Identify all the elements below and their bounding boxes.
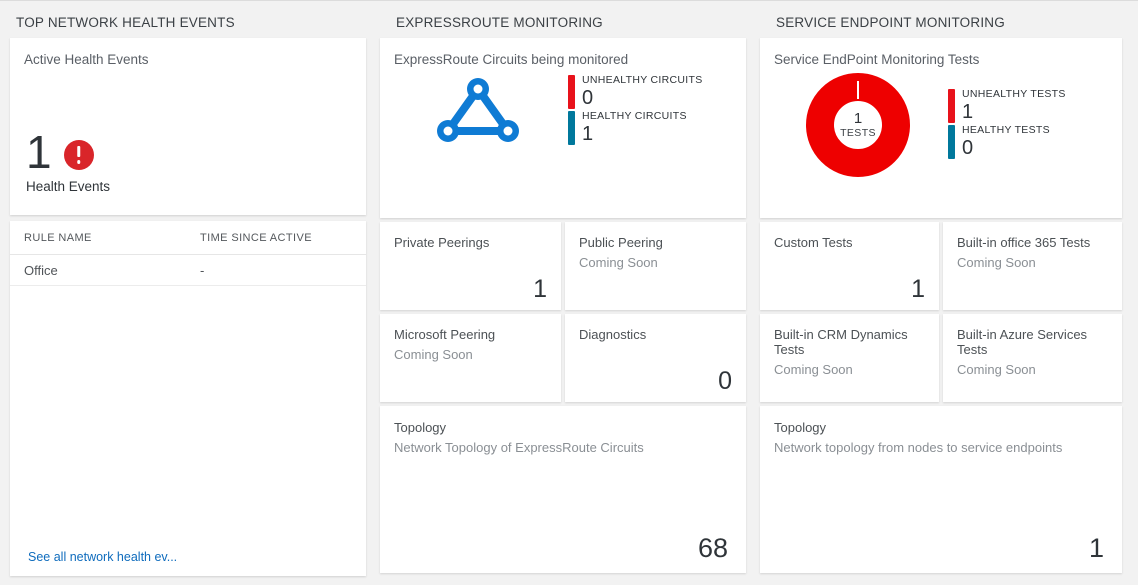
donut-center-unit: TESTS [840, 127, 876, 139]
tile-value: 1 [911, 275, 925, 303]
expressroute-tile-grid: Private Peerings 1 Public Peering Coming… [380, 222, 746, 406]
tile-service-endpoint-topology[interactable]: Topology Network topology from nodes to … [760, 406, 1122, 573]
column-title-network-health: TOP NETWORK HEALTH EVENTS [0, 1, 380, 38]
tests-donut-chart: 1 TESTS [774, 73, 942, 177]
health-events-count-row: 1 [26, 131, 94, 173]
column-header-time-since-active: TIME SINCE ACTIVE [200, 232, 312, 244]
column-expressroute-monitoring: EXPRESSROUTE MONITORING ExpressRoute Cir… [380, 1, 760, 585]
tile-custom-tests[interactable]: Custom Tests 1 [760, 222, 939, 310]
tile-subtitle: Coming Soon [774, 362, 925, 377]
legend-color-swatch-teal [948, 125, 955, 159]
tile-public-peering[interactable]: Public Peering Coming Soon [565, 222, 746, 310]
topology-value: 1 [1089, 533, 1104, 563]
expressroute-triangle-network-icon [394, 73, 562, 149]
health-events-label: Health Events [26, 179, 110, 194]
legend-item-healthy-circuits: HEALTHY CIRCUITS 1 [568, 111, 703, 145]
tile-builtin-crm-dynamics-tests[interactable]: Built-in CRM Dynamics Tests Coming Soon [760, 314, 939, 402]
tile-title: Built-in Azure Services Tests [957, 327, 1108, 357]
column-header-rule-name: RULE NAME [24, 232, 200, 244]
topology-value: 68 [698, 533, 728, 563]
tile-title: Microsoft Peering [394, 327, 547, 342]
circuits-legend: UNHEALTHY CIRCUITS 0 HEALTHY CIRCUITS 1 [568, 75, 703, 147]
see-all-network-health-events-link[interactable]: See all network health ev... [28, 550, 177, 564]
service-endpoint-tile-grid: Custom Tests 1 Built-in office 365 Tests… [760, 222, 1122, 406]
donut-center-label: 1 TESTS [806, 73, 910, 177]
tile-builtin-office365-tests[interactable]: Built-in office 365 Tests Coming Soon [943, 222, 1122, 310]
tile-microsoft-peering[interactable]: Microsoft Peering Coming Soon [380, 314, 561, 402]
tile-expressroute-topology[interactable]: Topology Network Topology of ExpressRout… [380, 406, 746, 573]
tile-title: Built-in office 365 Tests [957, 235, 1108, 250]
tile-diagnostics[interactable]: Diagnostics 0 [565, 314, 746, 402]
cell-rule-name: Office [24, 263, 200, 278]
topology-title: Topology [394, 420, 732, 435]
tests-legend: UNHEALTHY TESTS 1 HEALTHY TESTS 0 [948, 89, 1066, 161]
tile-subtitle: Coming Soon [579, 255, 732, 270]
legend-value-healthy-tests: 0 [962, 138, 1050, 158]
service-endpoint-tests-card[interactable]: Service EndPoint Monitoring Tests 1 TEST… [760, 38, 1122, 218]
tile-value: 0 [718, 367, 732, 395]
column-title-service-endpoint: SERVICE ENDPOINT MONITORING [760, 1, 1138, 38]
tile-title: Built-in CRM Dynamics Tests [774, 327, 925, 357]
active-health-events-card[interactable]: Active Health Events 1 Health Events [10, 38, 366, 215]
legend-item-unhealthy-tests: UNHEALTHY TESTS 1 [948, 89, 1066, 123]
legend-value-unhealthy-circuits: 0 [582, 88, 703, 108]
legend-label-healthy-circuits: HEALTHY CIRCUITS [582, 111, 687, 122]
hero-body: UNHEALTHY CIRCUITS 0 HEALTHY CIRCUITS 1 [394, 73, 746, 149]
table-header-row: RULE NAME TIME SINCE ACTIVE [10, 221, 366, 255]
table-row[interactable]: Office - [10, 255, 366, 286]
legend-label-healthy-tests: HEALTHY TESTS [962, 125, 1050, 136]
alert-exclamation-icon [64, 140, 94, 170]
tile-title: Public Peering [579, 235, 732, 250]
tile-title: Diagnostics [579, 327, 732, 342]
column-service-endpoint-monitoring: SERVICE ENDPOINT MONITORING Service EndP… [760, 1, 1138, 585]
legend-label-unhealthy-tests: UNHEALTHY TESTS [962, 89, 1066, 100]
legend-value-unhealthy-tests: 1 [962, 102, 1066, 122]
tile-subtitle: Coming Soon [957, 255, 1108, 270]
expressroute-circuits-card[interactable]: ExpressRoute Circuits being monitored [380, 38, 746, 218]
column-title-expressroute: EXPRESSROUTE MONITORING [380, 1, 760, 38]
tile-subtitle: Coming Soon [394, 347, 547, 362]
tile-builtin-azure-services-tests[interactable]: Built-in Azure Services Tests Coming Soo… [943, 314, 1122, 402]
tile-value: 1 [533, 275, 547, 303]
health-events-count: 1 [26, 131, 52, 173]
legend-label-unhealthy-circuits: UNHEALTHY CIRCUITS [582, 75, 703, 86]
tile-subtitle: Coming Soon [957, 362, 1108, 377]
legend-color-swatch-red [948, 89, 955, 123]
topology-title: Topology [774, 420, 1108, 435]
card-heading: Service EndPoint Monitoring Tests [774, 52, 1122, 67]
health-events-table-card: RULE NAME TIME SINCE ACTIVE Office - See… [10, 221, 366, 576]
tile-title: Private Peerings [394, 235, 547, 250]
tile-private-peerings[interactable]: Private Peerings 1 [380, 222, 561, 310]
cell-time-since-active: - [200, 263, 204, 278]
legend-item-unhealthy-circuits: UNHEALTHY CIRCUITS 0 [568, 75, 703, 109]
topology-subtitle: Network topology from nodes to service e… [774, 440, 1108, 455]
card-heading: ExpressRoute Circuits being monitored [394, 52, 746, 67]
dashboard: TOP NETWORK HEALTH EVENTS Active Health … [0, 1, 1138, 585]
legend-color-swatch-teal [568, 111, 575, 145]
tile-title: Custom Tests [774, 235, 925, 250]
donut-center-value: 1 [854, 111, 862, 126]
legend-color-swatch-red [568, 75, 575, 109]
topology-subtitle: Network Topology of ExpressRoute Circuit… [394, 440, 732, 455]
card-heading: Active Health Events [24, 52, 350, 67]
column-network-health: TOP NETWORK HEALTH EVENTS Active Health … [0, 1, 380, 585]
hero-body: 1 TESTS UNHEALTHY TESTS 1 [774, 73, 1122, 177]
legend-item-healthy-tests: HEALTHY TESTS 0 [948, 125, 1066, 159]
legend-value-healthy-circuits: 1 [582, 124, 687, 144]
